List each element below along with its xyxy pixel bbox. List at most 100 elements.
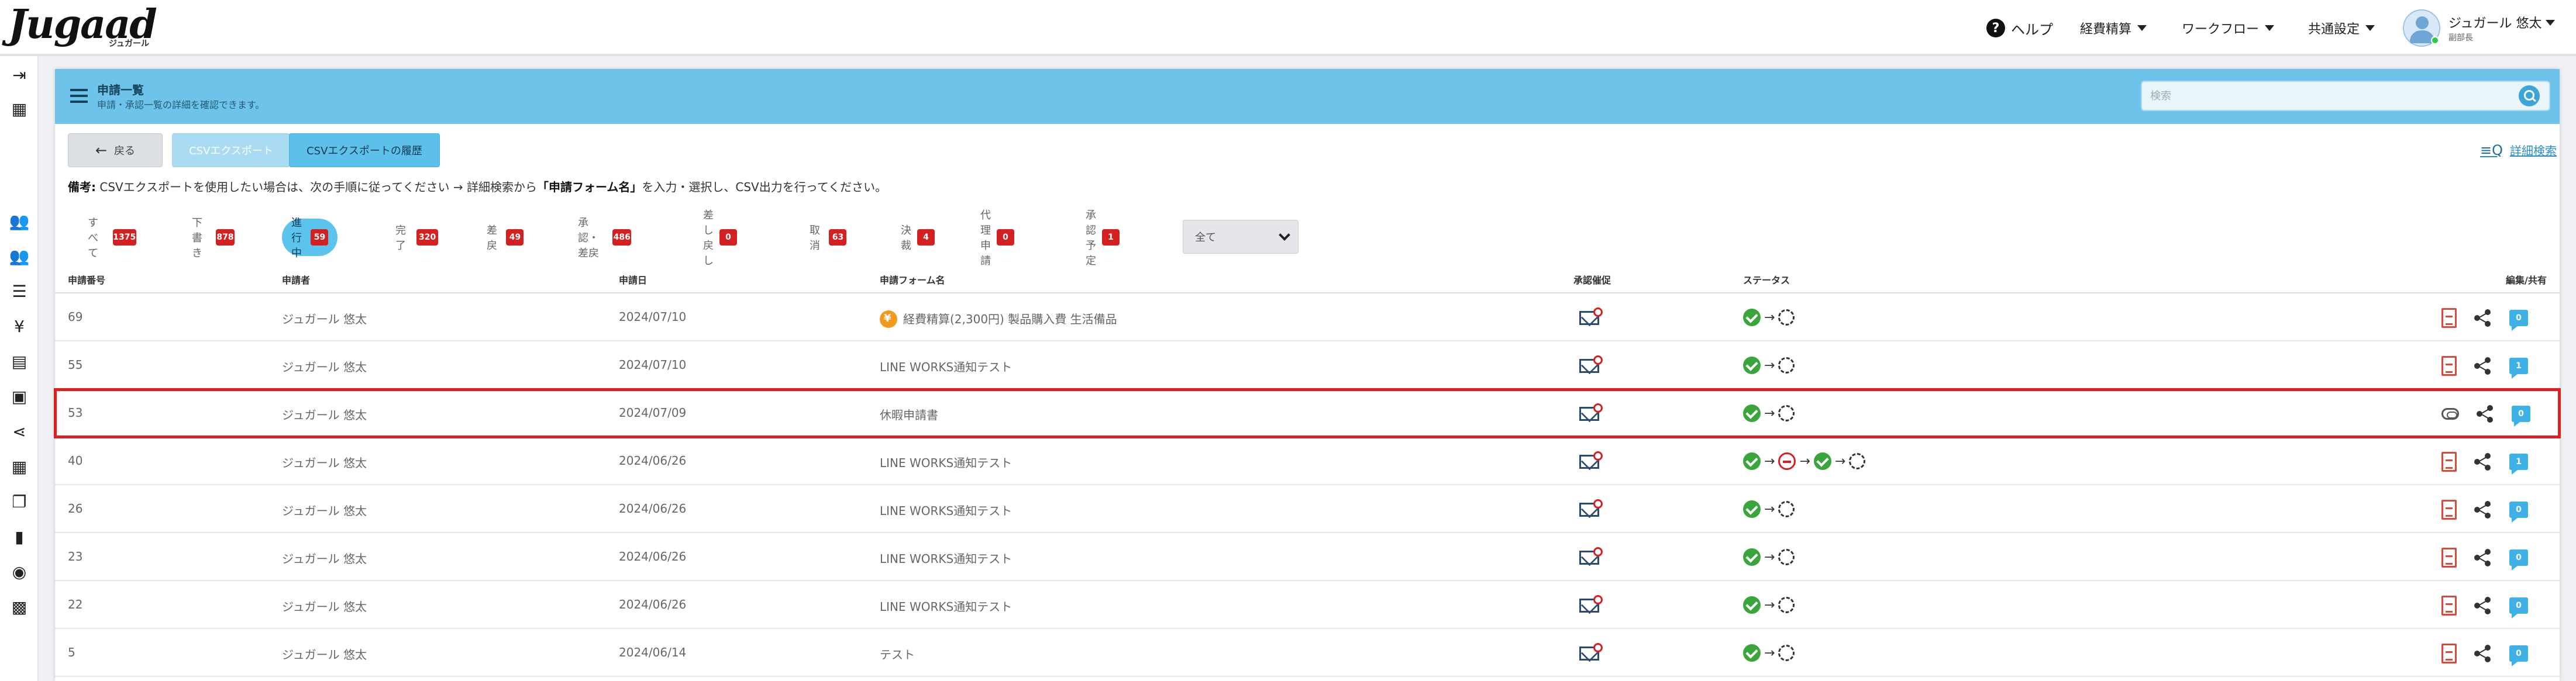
cell-no[interactable]: 23 — [68, 549, 82, 564]
document-icon[interactable]: ▤ — [9, 351, 30, 372]
wallet-icon[interactable]: ▩ — [9, 596, 30, 617]
comment-count-badge[interactable]: 0 — [2509, 549, 2528, 571]
cell-form[interactable]: LINE WORKS通知テスト — [880, 502, 1012, 518]
cell-no[interactable]: 69 — [68, 310, 82, 324]
share-icon[interactable] — [2474, 309, 2492, 327]
globe-user-icon[interactable]: ◉ — [9, 561, 30, 582]
pdf-icon[interactable] — [2441, 452, 2457, 472]
cell-form[interactable]: 休暇申請書 — [880, 406, 938, 423]
pdf-icon[interactable] — [2441, 500, 2457, 520]
receipt-icon[interactable]: ▣ — [9, 386, 30, 407]
share-icon[interactable] — [2474, 501, 2492, 518]
pdf-icon[interactable] — [2441, 644, 2457, 663]
comment-count-badge[interactable]: 0 — [2509, 502, 2528, 523]
user-name[interactable]: ジュガール 悠太 — [2448, 13, 2541, 32]
table-row[interactable]: 53 ジュガール 悠太 2024/07/09 休暇申請書 → 0 — [54, 388, 2561, 438]
share-icon[interactable] — [2474, 645, 2492, 662]
share-icon[interactable] — [2477, 405, 2494, 423]
menu-expand-icon[interactable]: ⇥ — [9, 64, 30, 85]
attachment-icon[interactable] — [2441, 408, 2459, 420]
tab-sent-back[interactable]: 差し戻し 0 — [703, 209, 737, 267]
table-row[interactable]: 26 ジュガール 悠太 2024/06/26 LINE WORKS通知テスト → 0 — [55, 485, 2560, 533]
table-row[interactable]: 22 ジュガール 悠太 2024/06/26 LINE WORKS通知テスト → 0 — [55, 581, 2560, 629]
users-icon[interactable]: 👥 — [9, 210, 30, 231]
cell-no[interactable]: 26 — [68, 502, 82, 516]
header-applicant[interactable]: 申請者 — [282, 272, 310, 286]
reminder-mail-icon[interactable] — [1579, 643, 1604, 662]
table-row[interactable]: 69 ジュガール 悠太 2024/07/10 経費精算(2,300円) 製品購入費 生… — [55, 293, 2560, 341]
user-menu-chevron-icon[interactable] — [2546, 20, 2555, 26]
reminder-mail-icon[interactable] — [1579, 403, 1604, 422]
share-icon[interactable]: ⋖ — [9, 421, 30, 442]
cell-no[interactable]: 53 — [68, 406, 82, 420]
search-input[interactable] — [2150, 87, 2501, 105]
cell-form[interactable]: テスト — [880, 645, 915, 662]
tab-scheduled[interactable]: 承認予定 1 — [1086, 209, 1120, 267]
share-icon[interactable] — [2474, 453, 2492, 471]
comment-count-badge[interactable]: 0 — [2509, 310, 2528, 331]
csv-export-button[interactable]: CSVエクスポート — [172, 133, 290, 167]
table-row[interactable]: 55 ジュガール 悠太 2024/07/10 LINE WORKS通知テスト → 1 — [55, 341, 2560, 389]
table-row[interactable]: 40 ジュガール 悠太 2024/06/26 LINE WORKS通知テスト → → → 1 — [55, 437, 2560, 485]
pdf-icon[interactable] — [2441, 596, 2457, 616]
reminder-mail-icon[interactable] — [1579, 499, 1604, 518]
filter-select[interactable]: 全て — [1183, 220, 1299, 254]
tab-cancelled[interactable]: 取消 63 — [810, 219, 847, 256]
csv-export-history-button[interactable]: CSVエクスポートの履歴 — [289, 133, 440, 167]
cell-form[interactable]: LINE WORKS通知テスト — [880, 358, 1012, 375]
table-row[interactable]: 23 ジュガール 悠太 2024/06/26 LINE WORKS通知テスト → 0 — [55, 533, 2560, 581]
search-icon[interactable] — [2519, 85, 2540, 106]
reminder-mail-icon[interactable] — [1579, 451, 1604, 470]
comment-count-badge[interactable]: 1 — [2509, 454, 2528, 475]
tab-completed[interactable]: 完了 320 — [395, 219, 439, 256]
pdf-icon[interactable] — [2441, 356, 2457, 376]
header-no[interactable]: 申請番号 — [68, 272, 105, 286]
comment-count-badge[interactable]: 0 — [2509, 645, 2528, 666]
cell-no[interactable]: 55 — [68, 358, 82, 372]
pdf-icon[interactable] — [2441, 308, 2457, 328]
help-link[interactable]: ? ヘルプ — [1986, 15, 2053, 41]
cell-no[interactable]: 22 — [68, 597, 82, 611]
share-icon[interactable] — [2474, 357, 2492, 375]
cell-form[interactable]: LINE WORKS通知テスト — [880, 597, 1012, 614]
pending-circle-icon — [1778, 597, 1795, 613]
table-icon[interactable]: ▦ — [9, 456, 30, 477]
reminder-mail-icon[interactable] — [1579, 547, 1604, 566]
header-date[interactable]: 申請日 — [619, 272, 647, 286]
tab-approve-return[interactable]: 承認・差戻 486 — [578, 217, 632, 260]
reminder-mail-icon[interactable] — [1579, 355, 1604, 374]
file-icon[interactable]: ▮ — [9, 526, 30, 547]
tab-in-progress[interactable]: 進行中 59 — [282, 217, 338, 260]
reminder-mail-icon[interactable] — [1579, 307, 1604, 326]
table-row[interactable]: 5 ジュガール 悠太 2024/06/14 テスト → 0 — [55, 629, 2560, 677]
menu-common-settings[interactable]: 共通設定 — [2308, 15, 2375, 41]
back-button[interactable]: ← 戻る — [68, 133, 163, 167]
user-group-icon[interactable]: 👥 — [9, 246, 30, 267]
copy-icon[interactable]: ❐ — [9, 491, 30, 512]
cell-no[interactable]: 40 — [68, 454, 82, 468]
tab-returned[interactable]: 差戻 49 — [487, 219, 524, 256]
building-icon[interactable]: ▦ — [9, 98, 30, 119]
tab-decided[interactable]: 決裁 4 — [901, 219, 935, 256]
cell-no[interactable]: 5 — [68, 645, 75, 659]
detail-search-link[interactable]: ≡Q 詳細検索 — [2480, 141, 2557, 158]
comment-count-badge[interactable]: 0 — [2509, 597, 2528, 618]
list-icon[interactable]: ☰ — [9, 281, 30, 302]
header-form[interactable]: 申請フォーム名 — [880, 272, 945, 286]
yen-icon[interactable]: ¥ — [9, 316, 30, 337]
menu-workflow[interactable]: ワークフロー — [2182, 15, 2275, 41]
share-icon[interactable] — [2474, 597, 2492, 614]
comment-count-badge[interactable]: 1 — [2509, 358, 2528, 379]
app-logo[interactable]: Jugaad ジュガール — [8, 1, 157, 53]
menu-expense[interactable]: 経費精算 — [2080, 15, 2147, 41]
tab-all[interactable]: すべて 1375 — [88, 217, 136, 260]
cell-form[interactable]: LINE WORKS通知テスト — [880, 549, 1012, 566]
reminder-mail-icon[interactable] — [1579, 595, 1604, 614]
tab-proxy[interactable]: 代理申請 0 — [980, 209, 1014, 267]
tab-draft[interactable]: 下書き 878 — [192, 217, 235, 260]
share-icon[interactable] — [2474, 549, 2492, 566]
cell-form[interactable]: 経費精算(2,300円) 製品購入費 生活備品 — [880, 310, 1117, 329]
cell-form[interactable]: LINE WORKS通知テスト — [880, 454, 1012, 471]
comment-count-badge[interactable]: 0 — [2512, 406, 2530, 427]
pdf-icon[interactable] — [2441, 548, 2457, 568]
